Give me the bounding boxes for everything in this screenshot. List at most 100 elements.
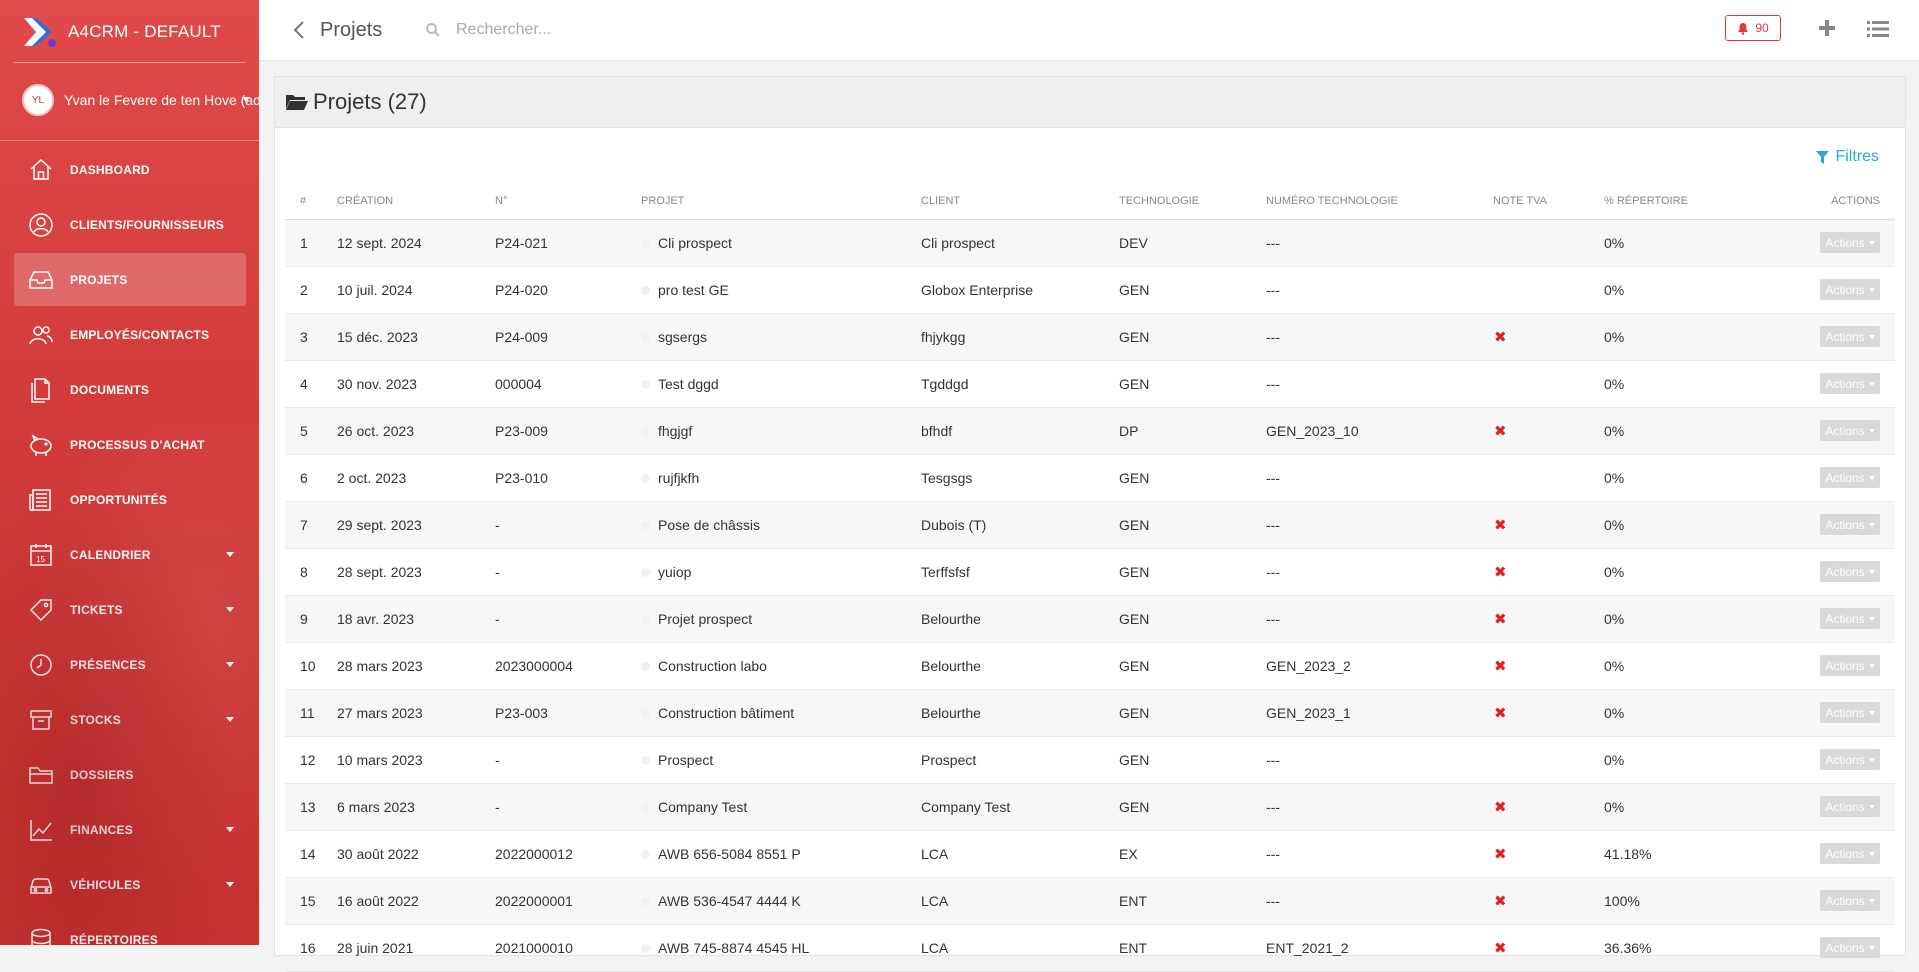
- project-cell[interactable]: AWB 745-8874 4545 HL: [641, 924, 921, 972]
- chevron-down-icon: [226, 552, 234, 557]
- column-header[interactable]: CRÉATION: [337, 183, 495, 220]
- project-cell[interactable]: Pose de châssis: [641, 501, 921, 549]
- table-row[interactable]: 4 30 nov. 2023 000004 Test dggd Tgddgd GEN ---…: [285, 360, 1895, 408]
- project-cell[interactable]: pro test GE: [641, 266, 921, 314]
- technology: GEN: [1119, 548, 1266, 596]
- actions-cell: Actions: [1744, 736, 1895, 784]
- project-number: 000004: [495, 360, 641, 408]
- table-row[interactable]: 12 10 mars 2023- Prospect Prospect GEN --- 0% A…: [285, 736, 1895, 784]
- technology: GEN: [1119, 501, 1266, 549]
- column-header[interactable]: CLIENT: [921, 183, 1119, 220]
- creation-date: 28 sept. 2023: [337, 548, 495, 596]
- column-header[interactable]: #: [285, 183, 337, 220]
- project-cell[interactable]: Construction bâtiment: [641, 689, 921, 737]
- actions-dropdown-button[interactable]: Actions: [1820, 608, 1880, 629]
- sidebar-item-opportunites[interactable]: OPPORTUNITÉS: [14, 473, 246, 526]
- table-row[interactable]: 11 27 mars 2023 P23-003 Construction bâtime…: [285, 689, 1895, 737]
- table-row[interactable]: 16 28 juin 2021 2021000010 AWB 745-8874 454…: [285, 924, 1895, 972]
- user-menu[interactable]: YL Yvan le Fevere de ten Hove (ad: [22, 84, 259, 116]
- project-cell[interactable]: Cli prospect: [641, 219, 921, 267]
- project-cell[interactable]: Prospect: [641, 736, 921, 784]
- sidebar-item-documents[interactable]: DOCUMENTS: [14, 363, 246, 416]
- actions-dropdown-button[interactable]: Actions: [1820, 702, 1880, 723]
- actions-dropdown-button[interactable]: Actions: [1820, 561, 1880, 582]
- actions-dropdown-button[interactable]: Actions: [1820, 890, 1880, 911]
- filters-button[interactable]: Filtres: [1816, 148, 1879, 166]
- status-dot-icon: [641, 756, 650, 766]
- vat-note-cell: ✖: [1493, 830, 1604, 878]
- project-cell[interactable]: Company Test: [641, 783, 921, 831]
- sidebar-item-projets[interactable]: PROJETS: [14, 253, 246, 306]
- table-row[interactable]: 13 6 mars 2023- Company Test Company Test GE…: [285, 783, 1895, 831]
- table-row[interactable]: 2 10 juil. 2024 P24-020 pro test GE Globox E…: [285, 266, 1895, 314]
- vat-note-cell: ✖: [1493, 313, 1604, 361]
- actions-dropdown-button[interactable]: Actions: [1820, 655, 1880, 676]
- actions-dropdown-button[interactable]: Actions: [1820, 467, 1880, 488]
- project-cell[interactable]: Projet prospect: [641, 595, 921, 643]
- table-row[interactable]: 10 28 mars 2023 2023000004 Construction lab…: [285, 642, 1895, 690]
- directory-percent: 0%: [1604, 407, 1744, 455]
- table-row[interactable]: 1 12 sept. 2024 P24-021 Cli prospect Cli pro…: [285, 219, 1895, 267]
- plus-icon[interactable]: [1817, 18, 1837, 38]
- sidebar-item-dossiers[interactable]: DOSSIERS: [14, 748, 246, 801]
- table-row[interactable]: 9 18 avr. 2023- Projet prospect Belourthe GE…: [285, 595, 1895, 643]
- actions-dropdown-button[interactable]: Actions: [1820, 796, 1880, 817]
- sidebar-item-calendrier[interactable]: 15 CALENDRIER: [14, 528, 246, 581]
- column-header[interactable]: NUMÉRO TECHNOLOGIE: [1266, 183, 1493, 220]
- list-view-icon[interactable]: [1867, 19, 1889, 39]
- project-cell[interactable]: Test dggd: [641, 360, 921, 408]
- chevron-left-icon[interactable]: [292, 20, 306, 40]
- notifications-button[interactable]: 90: [1725, 15, 1781, 41]
- vat-note-cell: [1493, 360, 1604, 408]
- project-cell[interactable]: yuiop: [641, 548, 921, 596]
- column-header[interactable]: % RÉPERTOIRE: [1604, 183, 1744, 220]
- column-header[interactable]: TECHNOLOGIE: [1119, 183, 1266, 220]
- row-index: 9: [285, 595, 337, 643]
- sidebar-item-dashboard[interactable]: DASHBOARD: [14, 143, 246, 196]
- project-cell[interactable]: rujfjkfh: [641, 454, 921, 502]
- sidebar-item-processus-d-achat[interactable]: PROCESSUS D'ACHAT: [14, 418, 246, 471]
- column-header[interactable]: NOTE TVA: [1493, 183, 1604, 220]
- creation-date: 30 août 2022: [337, 830, 495, 878]
- project-cell[interactable]: fhgjgf: [641, 407, 921, 455]
- breadcrumb[interactable]: Projets: [320, 19, 382, 42]
- table-row[interactable]: 62 oct. 2023 P23-010 rujfjkfh Tesgsgs GEN ---…: [285, 454, 1895, 502]
- project-cell[interactable]: AWB 656-5084 8551 P: [641, 830, 921, 878]
- sidebar-item-label: DOCUMENTS: [70, 382, 150, 397]
- sidebar-item-tickets[interactable]: TICKETS: [14, 583, 246, 636]
- technology-number: ---: [1266, 219, 1493, 267]
- actions-dropdown-button[interactable]: Actions: [1820, 373, 1880, 394]
- actions-dropdown-button[interactable]: Actions: [1820, 514, 1880, 535]
- column-header[interactable]: N°: [495, 183, 641, 220]
- sidebar-item-employes-contacts[interactable]: EMPLOYÉS/CONTACTS: [14, 308, 246, 361]
- sidebar-item-repertoires[interactable]: RÉPERTOIRES: [14, 913, 246, 945]
- sidebar-item-vehicules[interactable]: VÉHICULES: [14, 858, 246, 911]
- actions-dropdown-button[interactable]: Actions: [1820, 232, 1880, 253]
- sidebar-item-finances[interactable]: FINANCES: [14, 803, 246, 856]
- table-row[interactable]: 3 15 déc. 2023 P24-009 sgsergs fhjykgg GEN ---…: [285, 313, 1895, 361]
- actions-dropdown-button[interactable]: Actions: [1820, 420, 1880, 441]
- actions-dropdown-button[interactable]: Actions: [1820, 749, 1880, 770]
- vat-note-cell: [1493, 219, 1604, 267]
- sidebar-item-presences[interactable]: PRÉSENCES: [14, 638, 246, 691]
- technology-number: ---: [1266, 313, 1493, 361]
- actions-dropdown-button[interactable]: Actions: [1820, 843, 1880, 864]
- project-cell[interactable]: Construction labo: [641, 642, 921, 690]
- search-input[interactable]: [454, 15, 854, 45]
- actions-dropdown-button[interactable]: Actions: [1820, 326, 1880, 347]
- table-row[interactable]: 15 16 août 2022 2022000001 AWB 536-4547 444…: [285, 877, 1895, 925]
- project-cell[interactable]: AWB 536-4547 4444 K: [641, 877, 921, 925]
- sidebar-item-label: PROCESSUS D'ACHAT: [70, 437, 205, 452]
- table-row[interactable]: 5 26 oct. 2023 P23-009 fhgjgf bfhdf DP GEN_202…: [285, 407, 1895, 455]
- table-row[interactable]: 8 28 sept. 2023- yuiop Terffsfsf GEN --- ✖ 0% Ac…: [285, 548, 1895, 596]
- actions-dropdown-button[interactable]: Actions: [1820, 937, 1880, 958]
- sidebar-item-stocks[interactable]: STOCKS: [14, 693, 246, 746]
- sidebar-item-clients-fournisseurs[interactable]: CLIENTS/FOURNISSEURS: [14, 198, 246, 251]
- actions-dropdown-button[interactable]: Actions: [1820, 279, 1880, 300]
- project-cell[interactable]: sgsergs: [641, 313, 921, 361]
- row-index: 12: [285, 736, 337, 784]
- table-row[interactable]: 14 30 août 2022 2022000012 AWB 656-5084 855…: [285, 830, 1895, 878]
- column-header[interactable]: PROJET: [641, 183, 921, 220]
- table-row[interactable]: 7 29 sept. 2023- Pose de châssis Dubois (T)…: [285, 501, 1895, 549]
- brand[interactable]: A4CRM - DEFAULT: [22, 14, 221, 50]
